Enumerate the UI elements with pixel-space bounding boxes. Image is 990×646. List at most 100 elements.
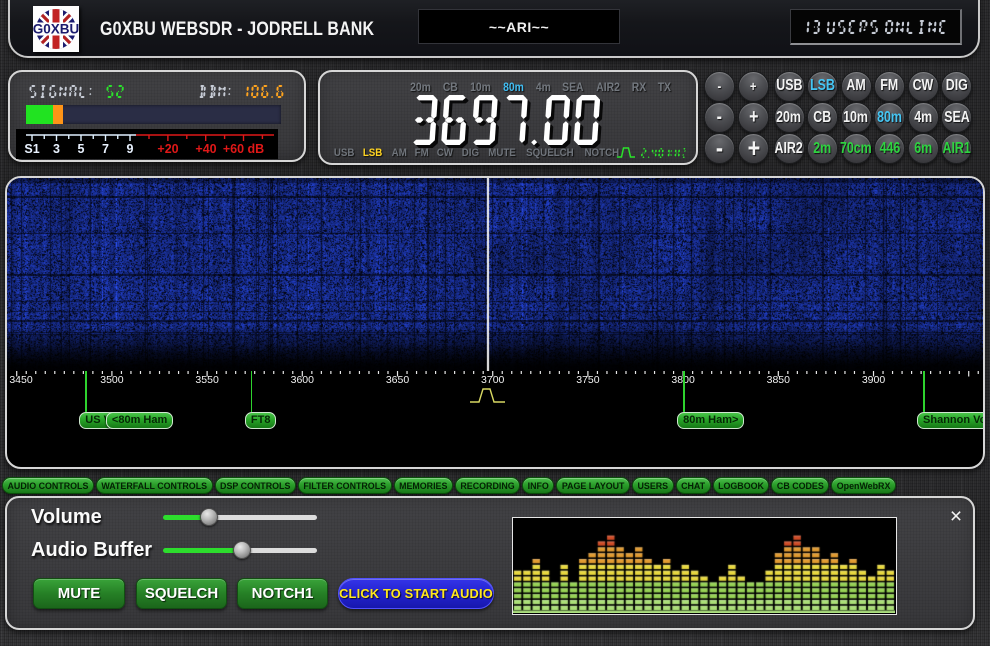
tune-button-cb-row2[interactable]: CB: [807, 102, 838, 133]
tune-button-80m-row2[interactable]: 80m: [874, 102, 905, 133]
banner-box: ~~ARI~~: [418, 9, 620, 44]
tab-page-layout[interactable]: PAGE LAYOUT: [556, 477, 630, 494]
volume-slider-thumb[interactable]: [200, 508, 218, 526]
tab-openwebrx[interactable]: OpenWebRX: [831, 477, 896, 494]
tune-button-step-down-row2[interactable]: -: [704, 102, 735, 133]
tune-button-step-down-row1[interactable]: -: [704, 71, 735, 102]
tune-button-am-row1[interactable]: AM: [841, 71, 872, 102]
tune-button-label: 446: [879, 140, 900, 158]
band-indicator-row: 20mCB10m80m4mSEAAIR2RXTX: [409, 82, 672, 94]
tune-button-4m-row2[interactable]: 4m: [908, 102, 939, 133]
filter-shape-icon: [616, 146, 636, 159]
tune-button-label: LSB: [810, 77, 835, 95]
band-indicator-80m: 80m: [503, 82, 524, 94]
tab-waterfall-controls[interactable]: WATERFALL CONTROLS: [96, 477, 213, 494]
tune-button-label: 80m: [877, 109, 902, 127]
volume-slider[interactable]: [163, 508, 317, 526]
tune-button-step-down-row3[interactable]: -: [704, 133, 735, 164]
frequency-digits: [410, 94, 607, 146]
notch1-button[interactable]: NOTCH1: [237, 578, 328, 609]
tune-button-label: AM: [846, 77, 865, 95]
users-online-text: [799, 19, 952, 35]
audio-spectrum-canvas: [513, 518, 895, 613]
tab-filter-controls[interactable]: FILTER CONTROLS: [298, 477, 392, 494]
volume-label: Volume: [31, 506, 102, 529]
tab-audio-controls[interactable]: AUDIO CONTROLS: [2, 477, 94, 494]
tab-chat[interactable]: CHAT: [676, 477, 711, 494]
signal-panel: S13579+20+40+60 dB: [8, 70, 306, 162]
s-meter-db-label: +60 dB: [223, 142, 264, 156]
buffer-track-empty: [242, 548, 317, 553]
tab-recording[interactable]: RECORDING: [455, 477, 520, 494]
s-meter-label: 3: [53, 142, 60, 156]
band-marker-label[interactable]: FT8: [245, 412, 277, 429]
tune-button-cw-row1[interactable]: CW: [908, 71, 939, 102]
tune-button-70cm-row3[interactable]: 70cm: [841, 133, 872, 164]
volume-track-empty: [209, 515, 317, 520]
tune-button-446-row3[interactable]: 446: [874, 133, 905, 164]
tab-users[interactable]: USERS: [632, 477, 674, 494]
tune-button-step-up-row3[interactable]: +: [738, 133, 769, 164]
tune-button-label: DIG: [945, 77, 967, 95]
tune-button-2m-row3[interactable]: 2m: [807, 133, 838, 164]
waterfall-panel[interactable]: 3450350035503600365037003750380038503900…: [5, 176, 985, 469]
tab-info[interactable]: INFO: [522, 477, 554, 494]
audio-buffer-label: Audio Buffer: [31, 539, 152, 562]
s-meter-green-segment: [26, 105, 53, 124]
s-meter-label: 7: [102, 142, 109, 156]
band-indicator-cb: CB: [443, 82, 458, 94]
tune-button-air1-row3[interactable]: AIR1: [941, 133, 972, 164]
s-meter-label: S1: [24, 142, 39, 156]
s-meter-db-label: +20: [157, 142, 178, 156]
audio-buffer-slider[interactable]: [163, 541, 317, 559]
tune-button-label: -: [715, 133, 722, 164]
s-meter-bar: [26, 105, 281, 124]
tune-button-fm-row1[interactable]: FM: [874, 71, 905, 102]
waterfall-canvas[interactable]: [7, 178, 983, 371]
tab-logbook[interactable]: LOGBOOK: [713, 477, 770, 494]
tune-button-usb-row1[interactable]: USB: [774, 71, 805, 102]
tune-button-20m-row2[interactable]: 20m: [774, 102, 805, 133]
bandwidth-readout: [616, 146, 691, 159]
tune-button-label: -: [717, 78, 721, 94]
band-marker-label[interactable]: <80m Ham: [106, 412, 173, 429]
mode-indicator-row: USBLSBAMFMCWDIGMUTESQUELCHNOTCH: [333, 147, 620, 159]
freq-tick-label: 3550: [195, 374, 218, 386]
tune-button-sea-row2[interactable]: SEA: [941, 102, 972, 133]
control-tabs: AUDIO CONTROLSWATERFALL CONTROLSDSP CONT…: [2, 477, 896, 494]
tune-button-label: 20m: [777, 109, 802, 127]
s-meter-scale: S13579+20+40+60 dB: [16, 129, 278, 159]
tune-button-label: 10m: [844, 109, 869, 127]
squelch-button[interactable]: SQUELCH: [136, 578, 227, 609]
band-indicator-sea: SEA: [563, 82, 584, 94]
start-audio-button[interactable]: CLICK TO START AUDIO: [338, 578, 494, 609]
buffer-slider-thumb[interactable]: [233, 541, 251, 559]
banner-text: ~~ARI~~: [489, 19, 549, 35]
tune-button-label: AIR2: [775, 140, 803, 158]
tab-cb-codes[interactable]: CB CODES: [771, 477, 829, 494]
tune-button-dig-row1[interactable]: DIG: [941, 71, 972, 102]
band-marker-label[interactable]: 80m Ham>: [677, 412, 744, 429]
mute-button[interactable]: MUTE: [33, 578, 125, 609]
tune-button-step-up-row2[interactable]: +: [738, 102, 769, 133]
tune-button-label: AIR1: [942, 140, 970, 158]
band-marker-label[interactable]: Shannon Volmet: [917, 412, 985, 429]
mode-indicator-usb: USB: [334, 147, 355, 159]
freq-tick-label: 3450: [9, 374, 32, 386]
close-icon[interactable]: ×: [947, 508, 965, 526]
tune-button-lsb-row1[interactable]: LSB: [807, 71, 838, 102]
mode-indicator-lsb: LSB: [363, 147, 382, 159]
tune-button-label: 4m: [914, 109, 932, 127]
s-meter-orange-segment: [53, 105, 63, 124]
tune-button-air2-row3[interactable]: AIR2: [774, 133, 805, 164]
mode-indicator-mute: MUTE: [488, 147, 516, 159]
tune-button-10m-row2[interactable]: 10m: [841, 102, 872, 133]
freq-tick-label: 3900: [862, 374, 885, 386]
band-indicator-tx: TX: [658, 82, 671, 94]
tune-button-step-up-row1[interactable]: +: [738, 71, 769, 102]
band-indicator-4m: 4m: [536, 82, 551, 94]
tune-button-6m-row3[interactable]: 6m: [908, 133, 939, 164]
tab-dsp-controls[interactable]: DSP CONTROLS: [215, 477, 296, 494]
tab-memories[interactable]: MEMORIES: [394, 477, 453, 494]
tune-button-label: CW: [913, 77, 934, 95]
